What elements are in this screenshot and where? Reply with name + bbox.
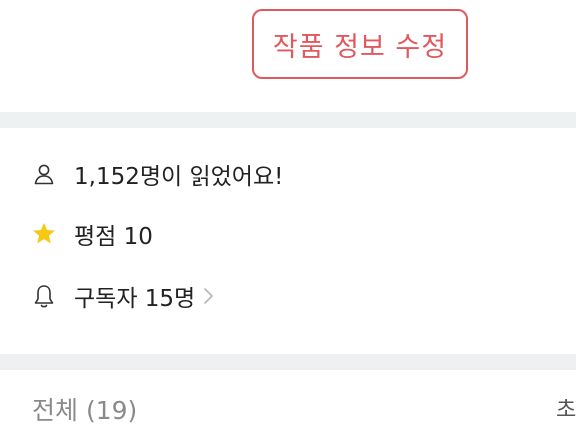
section-divider: [0, 354, 576, 370]
rating-row: 평점 10: [0, 212, 576, 256]
episode-list-header: 전체 (19) 초: [0, 370, 576, 432]
bell-icon: [31, 283, 57, 309]
subscribers-row[interactable]: 구독자 15명: [0, 274, 576, 318]
edit-work-info-button[interactable]: 작품 정보 수정: [252, 9, 468, 79]
section-divider: [0, 112, 576, 128]
person-icon: [31, 161, 57, 187]
readers-count-text: 1,152명이 읽었어요!: [74, 164, 284, 190]
work-header: 작품 정보 수정: [0, 0, 576, 112]
sort-button[interactable]: 초: [556, 392, 576, 424]
work-stats-section: 1,152명이 읽었어요! 평점 10 구독자 15명: [0, 128, 576, 354]
subscribers-count-text: 구독자 15명: [74, 286, 196, 312]
readers-row: 1,152명이 읽었어요!: [0, 152, 576, 196]
chevron-right-icon: [199, 285, 219, 307]
star-icon: [31, 221, 57, 247]
rating-text: 평점 10: [74, 224, 153, 250]
episode-count-title: 전체 (19): [32, 396, 138, 425]
